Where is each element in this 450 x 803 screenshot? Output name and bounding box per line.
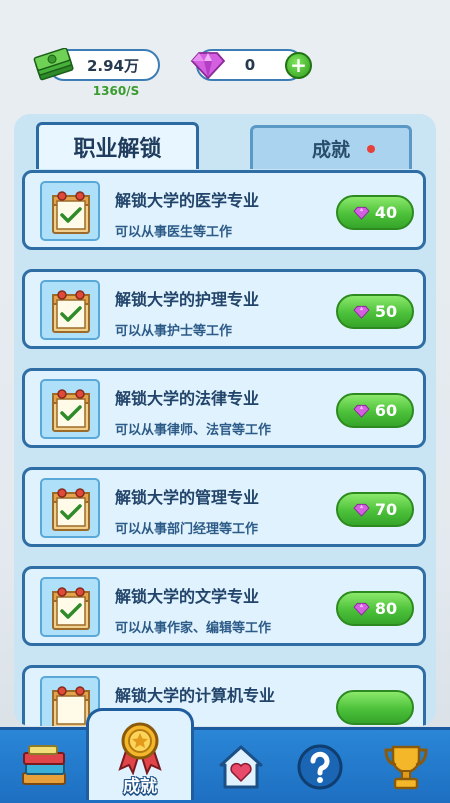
list-item: 解锁大学的计算机专业 [22, 665, 426, 726]
item-title: 解锁大学的管理专业 [115, 488, 260, 507]
question-icon [297, 744, 343, 789]
house-heart-icon [219, 745, 263, 788]
unlock-price: 60 [374, 401, 398, 420]
unlock-price: 50 [374, 302, 398, 321]
unlock-button[interactable]: 70 [336, 492, 414, 527]
item-subtitle: 可以从事护士等工作 [115, 324, 233, 339]
unlock-list[interactable]: 解锁大学的医学专业 可以从事医生等工作 40 解锁大学的护理专业 可以从事护士等… [14, 169, 436, 726]
list-item: 解锁大学的护理专业 可以从事护士等工作 50 [22, 269, 426, 349]
list-item: 解锁大学的管理专业 可以从事部门经理等工作 70 [22, 467, 426, 547]
unlock-panel: 职业解锁 成就 解锁大学的医学专业 可以从事医生等工作 40 解锁大学的护理专业… [14, 114, 436, 726]
nav-achievements[interactable]: 成就 [86, 708, 194, 800]
plus-icon: + [290, 53, 307, 77]
list-item: 解锁大学的医学专业 可以从事医生等工作 40 [22, 170, 426, 250]
gem-icon [190, 52, 226, 80]
calendar-check-icon [40, 478, 100, 538]
calendar-check-icon [40, 577, 100, 637]
gem-icon [353, 206, 370, 220]
unlock-button[interactable]: 40 [336, 195, 414, 230]
item-title: 解锁大学的文学专业 [115, 587, 260, 606]
add-gems-button[interactable]: + [285, 52, 312, 79]
gem-icon [353, 404, 370, 418]
unlock-price: 70 [374, 500, 398, 519]
calendar-check-icon [40, 181, 100, 241]
item-subtitle: 可以从事作家、编辑等工作 [115, 621, 272, 636]
list-item: 解锁大学的文学专业 可以从事作家、编辑等工作 80 [22, 566, 426, 646]
calendar-check-icon [40, 379, 100, 439]
calendar-check-icon [40, 280, 100, 340]
item-title: 解锁大学的护理专业 [115, 290, 260, 309]
tab-achievements-label: 成就 [311, 139, 350, 161]
gem-amount: 0 [244, 56, 256, 74]
gem-icon [353, 503, 370, 517]
gem-icon [353, 602, 370, 616]
notification-dot [367, 145, 375, 153]
trophy-icon [384, 745, 428, 789]
unlock-button[interactable]: 60 [336, 393, 414, 428]
unlock-button[interactable] [336, 690, 414, 725]
item-subtitle: 可以从事律师、法官等工作 [115, 423, 272, 438]
list-item: 解锁大学的法律专业 可以从事律师、法官等工作 60 [22, 368, 426, 448]
nav-trophy[interactable] [372, 730, 440, 803]
nav-help[interactable] [288, 730, 352, 803]
tab-career-unlock[interactable]: 职业解锁 [36, 122, 199, 169]
bottom-nav [0, 727, 450, 803]
cash-stack-icon [33, 48, 74, 81]
unlock-button[interactable]: 50 [336, 294, 414, 329]
gem-icon [353, 305, 370, 319]
item-subtitle: 可以从事医生等工作 [115, 225, 233, 240]
cash-amount: 2.94万 [86, 56, 139, 75]
item-title: 解锁大学的法律专业 [115, 389, 260, 408]
tab-career-unlock-label: 职业解锁 [73, 137, 162, 162]
item-subtitle: 可以从事部门经理等工作 [115, 522, 259, 537]
books-icon [22, 744, 66, 785]
unlock-price: 40 [374, 203, 398, 222]
nav-books[interactable] [10, 730, 80, 803]
unlock-price: 80 [374, 599, 398, 618]
nav-achievements-label: 成就 [123, 777, 157, 797]
cash-rate: 1360/S [92, 84, 140, 98]
tab-achievements[interactable]: 成就 [250, 125, 412, 169]
item-title: 解锁大学的医学专业 [115, 191, 260, 210]
medal-icon [118, 722, 162, 775]
item-title: 解锁大学的计算机专业 [115, 686, 276, 705]
unlock-button[interactable]: 80 [336, 591, 414, 626]
nav-home[interactable] [208, 730, 274, 803]
